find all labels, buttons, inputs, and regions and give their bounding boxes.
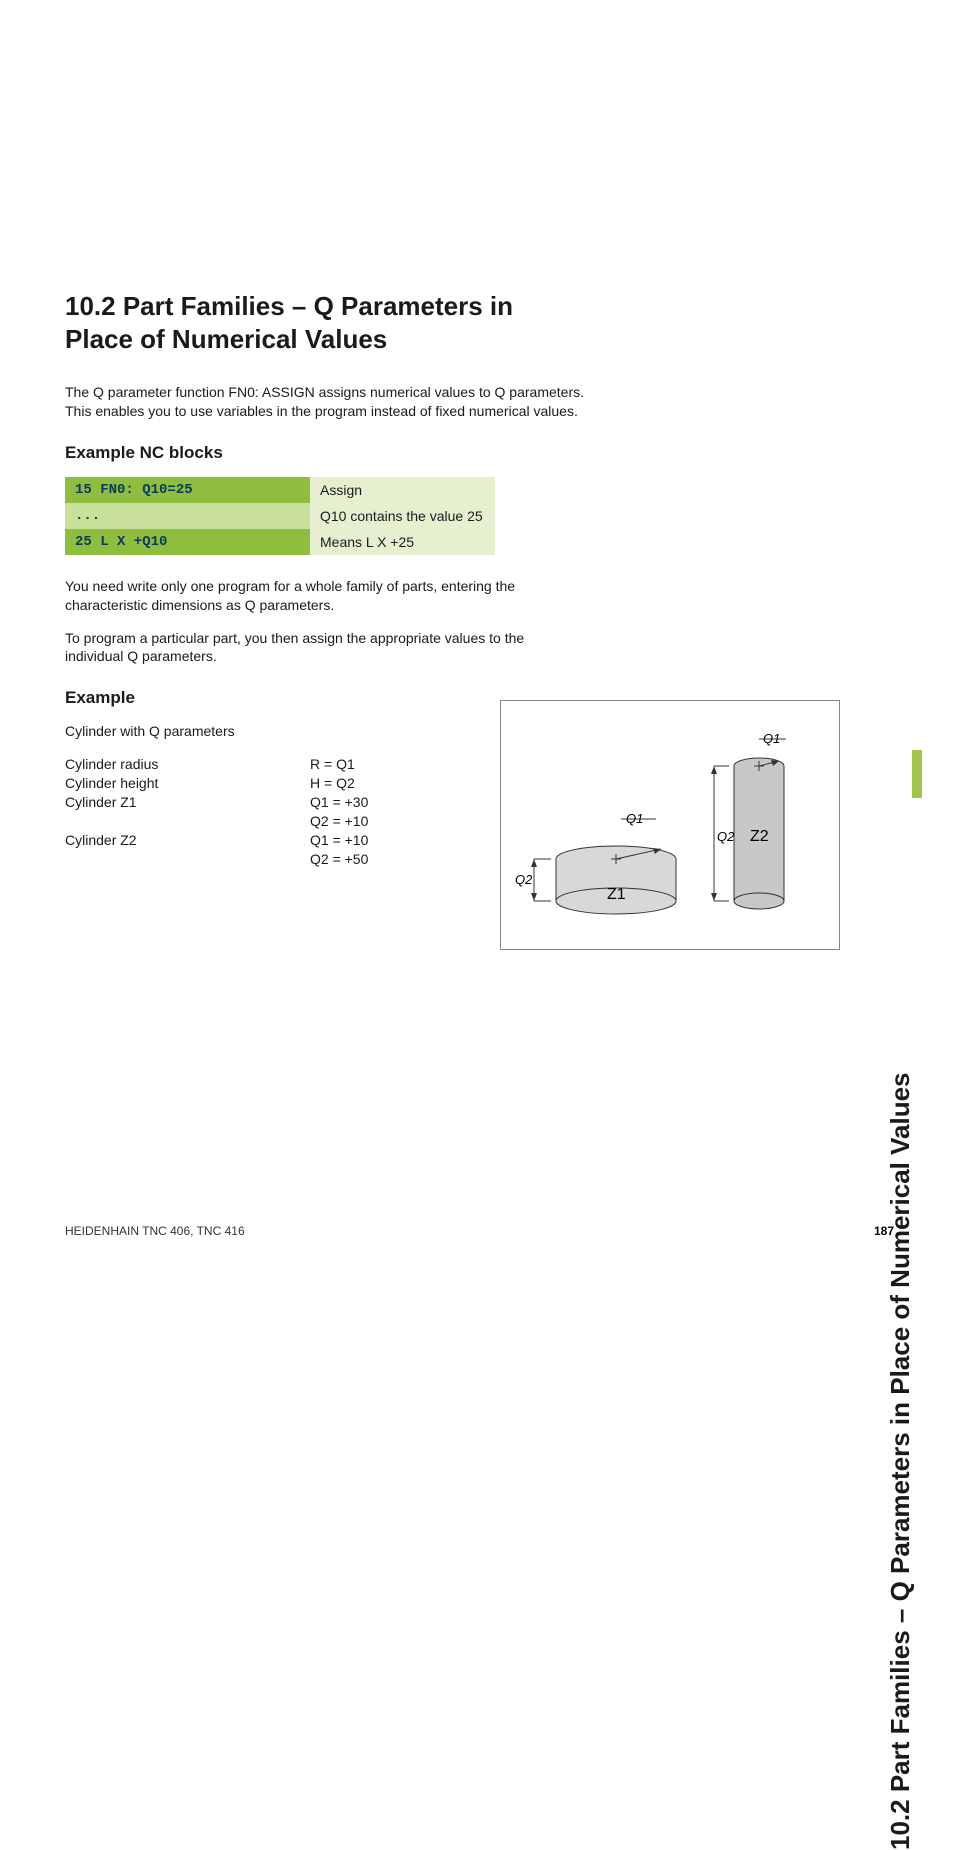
nc-desc-cell: Q10 contains the value 25 <box>310 503 495 529</box>
nc-code-cell: ... <box>65 503 310 529</box>
footer-doc-title: HEIDENHAIN TNC 406, TNC 416 <box>65 1224 245 1238</box>
example-value: Q2 = +10 <box>310 812 490 831</box>
nc-blocks-table: 15 FN0: Q10=25 Assign ... Q10 contains t… <box>65 477 495 555</box>
nc-code-cell: 15 FN0: Q10=25 <box>65 477 310 503</box>
example-label <box>65 812 310 831</box>
example-value: H = Q2 <box>310 774 490 793</box>
table-row: 15 FN0: Q10=25 Assign <box>65 477 495 503</box>
label-q2: Q2 <box>515 872 533 887</box>
label-q1: Q1 <box>626 811 643 826</box>
example-label: Cylinder Z2 <box>65 831 310 850</box>
label-z1: Z1 <box>607 886 626 903</box>
label-q1: Q1 <box>763 731 780 746</box>
nc-desc-cell: Means L X +25 <box>310 529 495 555</box>
example-value: Q1 = +30 <box>310 793 490 812</box>
page: 10.2 Part Families – Q Parameters in Pla… <box>0 0 954 1348</box>
example-label: Cylinder radius <box>65 755 310 774</box>
example-value: Q2 = +50 <box>310 850 490 869</box>
section-heading: 10.2 Part Families – Q Parameters in Pla… <box>65 290 585 355</box>
example-intro: Cylinder with Q parameters <box>65 722 490 741</box>
label-q2: Q2 <box>717 829 735 844</box>
nc-desc-cell: Assign <box>310 477 495 503</box>
label-z2: Z2 <box>750 828 769 845</box>
side-section-title: 10.2 Part Families – Q Parameters in Pla… <box>885 1070 916 1850</box>
side-tab: 10.2 Part Families – Q Parameters in Pla… <box>876 290 916 1070</box>
nc-blocks-heading: Example NC blocks <box>65 443 894 463</box>
example-label: Cylinder Z1 <box>65 793 310 812</box>
body-paragraph: You need write only one program for a wh… <box>65 577 585 615</box>
page-footer: HEIDENHAIN TNC 406, TNC 416 187 <box>65 1224 894 1238</box>
dim-q2-z1 <box>531 859 551 901</box>
cylinder-z2-shape <box>734 739 786 909</box>
side-accent-bar <box>912 750 922 798</box>
intro-paragraph: The Q parameter function FN0: ASSIGN ass… <box>65 383 585 421</box>
body-paragraph: To program a particular part, you then a… <box>65 629 585 667</box>
nc-code-cell: 25 L X +Q10 <box>65 529 310 555</box>
example-label <box>65 850 310 869</box>
cylinder-svg: Q1 Q2 Z1 <box>501 701 841 951</box>
page-number: 187 <box>874 1224 894 1238</box>
cylinder-diagram: Q1 Q2 Z1 <box>500 700 840 950</box>
example-label: Cylinder height <box>65 774 310 793</box>
example-value: Q1 = +10 <box>310 831 490 850</box>
table-row: 25 L X +Q10 Means L X +25 <box>65 529 495 555</box>
table-row: ... Q10 contains the value 25 <box>65 503 495 529</box>
example-value: R = Q1 <box>310 755 490 774</box>
